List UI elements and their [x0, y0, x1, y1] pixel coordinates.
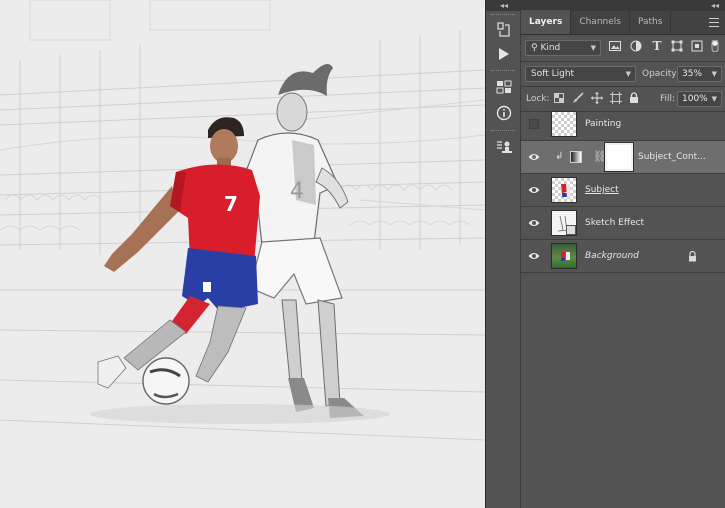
- lock-label: Lock:: [526, 94, 550, 104]
- panel-tabs: Layers Channels Paths: [521, 10, 725, 35]
- eye-icon[interactable]: [528, 251, 540, 261]
- fill-value: 100%: [682, 94, 708, 104]
- tab-layers[interactable]: Layers: [521, 10, 572, 34]
- filter-toggle-icon[interactable]: [708, 39, 722, 53]
- filter-smart-object-icon[interactable]: [690, 39, 704, 53]
- soccer-ball: [142, 357, 190, 405]
- clipping-arrow-icon: ↲: [555, 151, 564, 162]
- layer-row-background[interactable]: Background: [521, 240, 725, 273]
- opacity-value: 35%: [682, 69, 703, 79]
- artwork: 4 7: [0, 0, 485, 508]
- eye-icon[interactable]: [528, 218, 540, 228]
- tab-channels[interactable]: Channels: [571, 10, 630, 34]
- layer-name[interactable]: Sketch Effect: [585, 218, 644, 228]
- layer-name[interactable]: Subject: [585, 185, 619, 195]
- layer-list: Painting ↲ ⛓ Subject_Cont... Subject Ske…: [521, 108, 725, 273]
- collapse-strip-button[interactable]: ◂◂: [486, 0, 522, 11]
- filter-pixel-icon[interactable]: [608, 39, 622, 53]
- layer-row-painting[interactable]: Painting: [521, 108, 725, 141]
- collapse-panel-button[interactable]: ◂◂: [711, 0, 719, 11]
- smart-object-icon: [566, 225, 576, 235]
- layer-thumbnail: [551, 243, 577, 269]
- actions-play-icon[interactable]: [493, 44, 515, 64]
- adjustment-gradient-icon: [570, 151, 582, 163]
- layer-thumbnail: [551, 210, 577, 236]
- filter-adjustment-icon[interactable]: [629, 39, 643, 53]
- layer-mask-thumbnail[interactable]: [604, 142, 634, 172]
- blend-mode-select[interactable]: Soft Light ▼: [525, 66, 636, 82]
- properties-icon[interactable]: [493, 77, 515, 97]
- lock-icon: [689, 251, 696, 262]
- jersey-number-left: 7: [224, 192, 238, 216]
- filter-kind-select[interactable]: ⚲ Kind ▼: [525, 40, 601, 56]
- layer-name[interactable]: Painting: [585, 119, 621, 129]
- strip-grip[interactable]: [491, 70, 515, 72]
- jersey-number-right: 4: [290, 179, 304, 204]
- layers-panel: ◂◂ Layers Channels Paths ⚲ Kind ▼ T Soft…: [521, 0, 725, 508]
- filter-kind-label: Kind: [540, 43, 561, 53]
- layer-filter-row: ⚲ Kind ▼ T: [521, 35, 725, 61]
- history-icon[interactable]: [493, 20, 515, 40]
- lock-position-move-icon[interactable]: [590, 91, 604, 105]
- opacity-label: Opacity:: [642, 69, 679, 79]
- opacity-input[interactable]: 35% ▼: [677, 66, 722, 82]
- panel-tool-strip: ◂◂: [485, 0, 522, 508]
- layer-name[interactable]: Subject_Cont...: [638, 152, 706, 162]
- lock-all-icon[interactable]: [627, 91, 641, 105]
- blend-row: Soft Light ▼ Opacity: 35% ▼: [521, 62, 725, 86]
- layer-thumbnail: [551, 177, 577, 203]
- document-canvas[interactable]: 4 7: [0, 0, 485, 508]
- chevron-down-icon: ▼: [625, 70, 631, 78]
- blend-mode-value: Soft Light: [531, 69, 575, 79]
- layer-thumbnail: [551, 111, 577, 137]
- info-icon[interactable]: [493, 103, 515, 123]
- tab-paths[interactable]: Paths: [630, 10, 672, 34]
- fill-input[interactable]: 100% ▼: [677, 91, 722, 107]
- layer-row-subject-contrast[interactable]: ↲ ⛓ Subject_Cont...: [521, 141, 725, 174]
- eye-icon[interactable]: [528, 185, 540, 195]
- chevron-down-icon: ▼: [711, 70, 717, 78]
- lock-artboard-icon[interactable]: [609, 91, 623, 105]
- chevron-down-icon: ▼: [590, 44, 596, 52]
- strip-grip[interactable]: [491, 130, 515, 132]
- filter-type-icon[interactable]: T: [650, 39, 664, 53]
- layer-name[interactable]: Background: [585, 251, 639, 261]
- clone-source-icon[interactable]: [493, 137, 515, 157]
- layer-row-sketch-effect[interactable]: Sketch Effect: [521, 207, 725, 240]
- lock-pixels-brush-icon[interactable]: [571, 91, 585, 105]
- panel-menu-icon[interactable]: [709, 18, 719, 27]
- layer-row-subject[interactable]: Subject: [521, 174, 725, 207]
- eye-icon[interactable]: [528, 152, 540, 162]
- filter-shape-icon[interactable]: [670, 39, 684, 53]
- lock-transparent-icon[interactable]: [552, 91, 566, 105]
- visibility-toggle-off[interactable]: [529, 119, 539, 129]
- fill-label: Fill:: [660, 94, 676, 104]
- chevron-down-icon: ▼: [711, 95, 717, 103]
- strip-grip[interactable]: [491, 14, 515, 16]
